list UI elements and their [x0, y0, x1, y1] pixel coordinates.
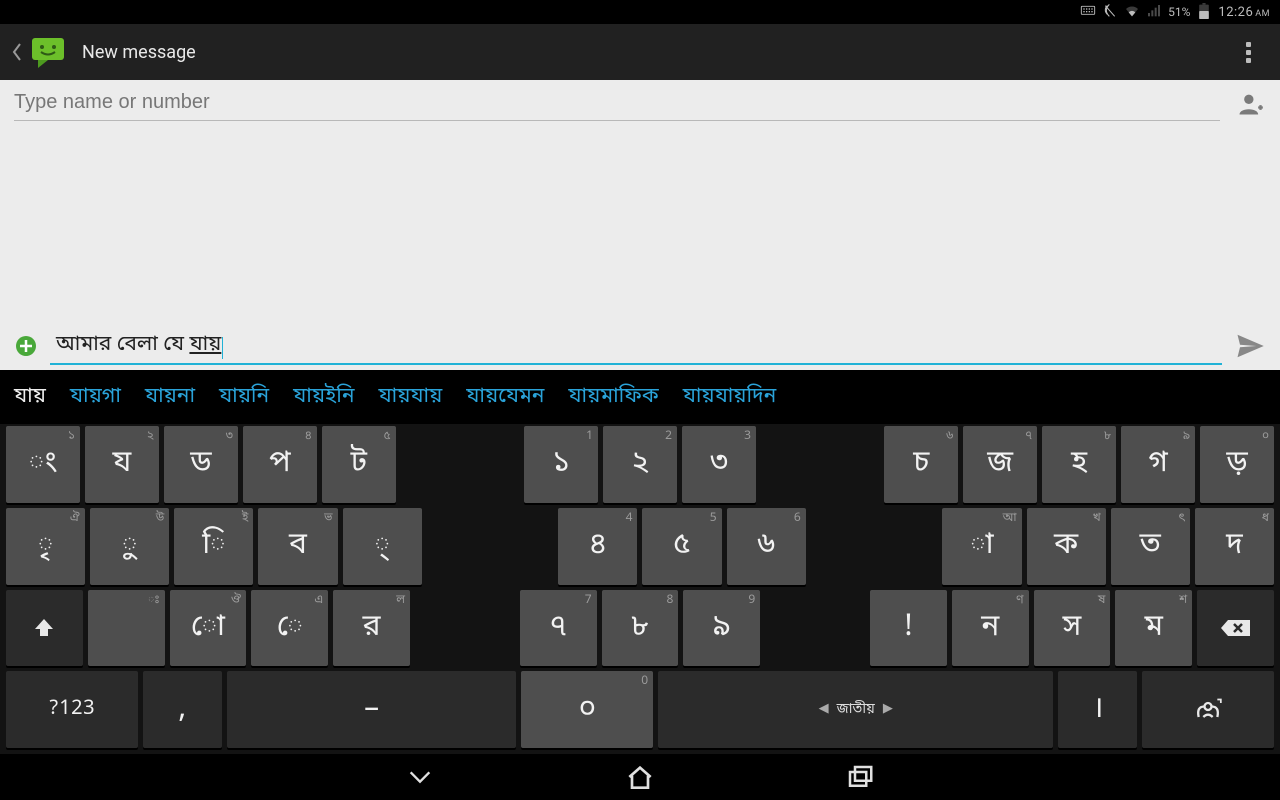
key-ড[interactable]: ড৩ [164, 426, 238, 503]
back-button[interactable] [12, 24, 28, 80]
suggestion-item[interactable]: যায়যায়দিন [683, 383, 777, 411]
keyboard-row: ?123,–০0◀জাতীয়▶। [6, 671, 1274, 748]
key-blank[interactable]: ঃ [88, 590, 165, 667]
key-প[interactable]: প৪ [243, 426, 317, 503]
suggestion-bar: যায় যায়গা যায়না যায়নি যায়ইনি যায়যায় যায… [0, 370, 1280, 424]
nav-back-button[interactable] [395, 757, 445, 797]
key-া[interactable]: াআ [942, 508, 1021, 585]
messaging-app-icon[interactable] [28, 32, 68, 72]
nav-recent-button[interactable] [835, 757, 885, 797]
backspace-key[interactable] [1197, 590, 1274, 667]
key-৬[interactable]: ৬6 [727, 508, 806, 585]
key-ড়[interactable]: ড়০ [1200, 426, 1274, 503]
key-হ[interactable]: হ৮ [1042, 426, 1116, 503]
suggestion-item[interactable]: যায়যেমন [466, 383, 544, 411]
mute-icon [1102, 3, 1118, 22]
key-জ[interactable]: জ৭ [963, 426, 1037, 503]
key-৪[interactable]: ৪4 [558, 508, 637, 585]
suggestion-item[interactable]: যায় [14, 383, 46, 411]
battery-percentage: 51% [1168, 5, 1190, 19]
key-ি[interactable]: িই [174, 508, 253, 585]
key-৮[interactable]: ৮8 [602, 590, 679, 667]
add-contact-button[interactable] [1234, 88, 1266, 120]
status-time: 12:26AM [1218, 5, 1270, 20]
compose-row: আমার বেলা যে যায় [0, 322, 1280, 370]
key-।[interactable]: । [1058, 671, 1137, 748]
key-ব[interactable]: বভ [258, 508, 337, 585]
key-০[interactable]: ০0 [521, 671, 653, 748]
key-্[interactable]: ্ [343, 508, 422, 585]
key-য[interactable]: য২ [85, 426, 159, 503]
status-bar: 51% 12:26AM [0, 0, 1280, 24]
suggestion-item[interactable]: যায়না [145, 383, 195, 411]
compose-text-prefix: আমার বেলা যে [56, 331, 189, 359]
key-৭[interactable]: ৭7 [520, 590, 597, 667]
key-চ[interactable]: চ৬ [884, 426, 958, 503]
system-nav-bar [0, 754, 1280, 800]
wifi-icon [1124, 3, 1140, 22]
key-ং[interactable]: ং১ [6, 426, 80, 503]
key-দ[interactable]: দধ [1195, 508, 1274, 585]
key-ে[interactable]: েএ [251, 590, 328, 667]
key-৩[interactable]: ৩3 [682, 426, 756, 503]
key-–[interactable]: – [227, 671, 517, 748]
nav-home-button[interactable] [615, 757, 665, 797]
keyboard-row: ং১য২ড৩প৪ট৫ ১1২2৩3 চ৬জ৭হ৮গ৯ড়০ [6, 426, 1274, 503]
key-,[interactable]: , [143, 671, 222, 748]
layout-switch-key[interactable]: ◀জাতীয়▶ [658, 671, 1053, 748]
enter-key[interactable] [1142, 671, 1274, 748]
key-ৃ[interactable]: ৃঐ [6, 508, 85, 585]
key-![interactable]: ! [870, 590, 947, 667]
send-button[interactable] [1234, 330, 1266, 362]
conversation-pane [0, 128, 1280, 322]
page-title: New message [82, 42, 1228, 63]
suggestion-item[interactable]: যায়মাফিক [568, 383, 658, 411]
compose-input[interactable]: আমার বেলা যে যায় [50, 327, 1222, 365]
suggestion-item[interactable]: যায়নি [219, 383, 269, 411]
soft-keyboard: ং১য২ড৩প৪ট৫ ১1২2৩3 চ৬জ৭হ৮গ৯ড়০ৃঐুউিইবভ্ ৪4৫5… [0, 424, 1280, 754]
keyboard-row: ঃোঔেএরল ৭7৮8৯9!নণসষমশ [6, 590, 1274, 667]
keyboard-active-icon [1080, 3, 1096, 22]
suggestion-item[interactable]: যায়ইনি [293, 383, 354, 411]
key-গ[interactable]: গ৯ [1121, 426, 1195, 503]
key-৫[interactable]: ৫5 [642, 508, 721, 585]
suggestion-item[interactable]: যায়যায় [378, 383, 442, 411]
key-ু[interactable]: ুউ [90, 508, 169, 585]
key-ন[interactable]: নণ [952, 590, 1029, 667]
overflow-menu-button[interactable] [1228, 32, 1268, 72]
battery-icon [1196, 3, 1212, 22]
app-header: New message [0, 24, 1280, 80]
key-ট[interactable]: ট৫ [322, 426, 396, 503]
keyboard-row: ৃঐুউিইবভ্ ৪4৫5৬6াআকখতৎদধ [6, 508, 1274, 585]
key-২[interactable]: ২2 [603, 426, 677, 503]
key-স[interactable]: সষ [1034, 590, 1111, 667]
text-cursor [222, 337, 223, 359]
attach-button[interactable] [14, 334, 38, 358]
key-৯[interactable]: ৯9 [683, 590, 760, 667]
key-ক[interactable]: কখ [1027, 508, 1106, 585]
key-ম[interactable]: মশ [1115, 590, 1192, 667]
cellular-signal-icon [1146, 3, 1162, 22]
key-র[interactable]: রল [333, 590, 410, 667]
symbols-key[interactable]: ?123 [6, 671, 138, 748]
recipient-row [0, 80, 1280, 128]
key-১[interactable]: ১1 [524, 426, 598, 503]
key-ো[interactable]: োঔ [170, 590, 247, 667]
key-ত[interactable]: তৎ [1111, 508, 1190, 585]
suggestion-item[interactable]: যায়গা [70, 383, 121, 411]
compose-text-active-word: যায় [189, 331, 221, 359]
shift-key[interactable] [6, 590, 83, 667]
recipient-input[interactable] [14, 87, 1220, 121]
